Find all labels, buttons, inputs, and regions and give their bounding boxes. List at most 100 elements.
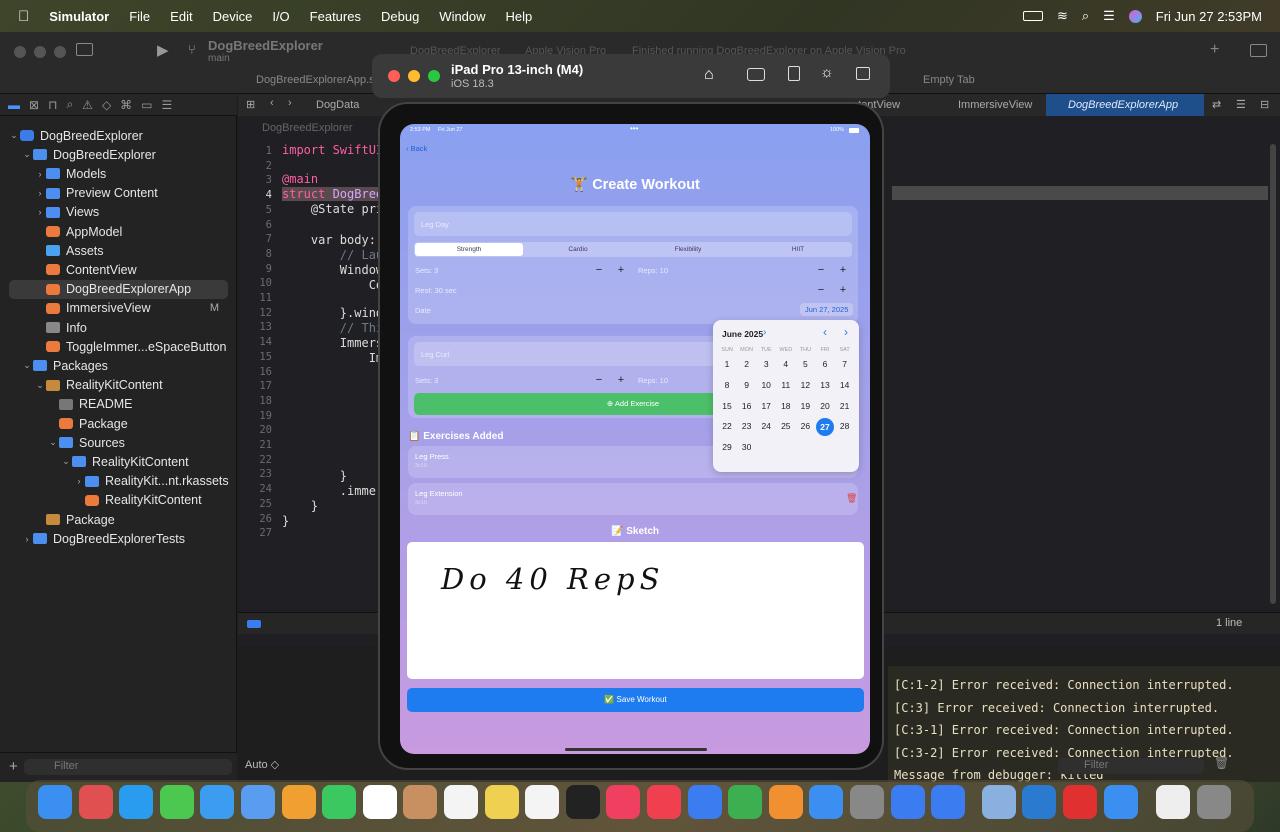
messages-icon[interactable] (159, 785, 194, 819)
calendar-day[interactable]: 24 (757, 418, 775, 434)
minus-icon[interactable]: − (818, 284, 824, 296)
rest-stepper[interactable]: − + (810, 283, 854, 297)
reps-stepper[interactable]: − + (810, 263, 854, 277)
siri-icon[interactable] (1128, 9, 1142, 23)
apple-icon[interactable]:  (18, 8, 29, 25)
workout-name-field[interactable]: Leg Day (414, 212, 852, 236)
keynote-icon[interactable] (687, 785, 722, 819)
maps-icon[interactable] (241, 785, 275, 819)
multitask-dots[interactable]: ••• (630, 124, 638, 133)
finder-icon[interactable] (38, 785, 72, 819)
simulator-icon[interactable] (1103, 785, 1138, 819)
calendar-day[interactable]: 12 (796, 377, 814, 393)
disclosure-icon[interactable]: › (21, 534, 33, 544)
menu-io[interactable]: I/O (272, 9, 289, 24)
disclosure-icon[interactable]: ⌄ (8, 130, 20, 141)
calendar-day[interactable]: 26 (796, 418, 814, 434)
freeform-icon[interactable] (525, 785, 560, 819)
control-center-icon[interactable]: ☰ (1103, 8, 1115, 24)
disclosure-icon[interactable]: ⌄ (34, 380, 46, 391)
menu-app-name[interactable]: Simulator (49, 9, 109, 24)
console-filter-field[interactable]: Filter (1058, 758, 1204, 774)
list-icon[interactable]: ☰ (1236, 98, 1246, 111)
menu-debug[interactable]: Debug (381, 9, 419, 24)
tree-item[interactable]: ⌄ DogBreedExplorer (0, 145, 237, 164)
launchpad-icon[interactable] (78, 785, 113, 819)
code-line-25[interactable]: } (282, 499, 318, 513)
close-button[interactable] (14, 46, 26, 58)
exercise-row[interactable]: Leg Extension 3x10 🗑 (408, 483, 858, 515)
calendar-day[interactable]: 6 (816, 356, 834, 372)
calendar-day[interactable]: 2 (738, 356, 756, 372)
system-settings-icon[interactable] (850, 785, 884, 819)
calendar-day[interactable]: 11 (777, 377, 795, 393)
test-icon[interactable]: ◇ (102, 98, 111, 112)
battery-icon[interactable] (1022, 11, 1043, 21)
tree-item[interactable]: › Preview Content (0, 184, 237, 203)
news-icon[interactable] (647, 785, 681, 819)
tree-item[interactable]: ⌄ Sources (0, 433, 237, 452)
month-chevron-icon[interactable]: › (763, 327, 766, 338)
calendar-day[interactable]: 9 (738, 377, 756, 393)
photos-icon[interactable] (281, 785, 316, 819)
calendar-day[interactable]: 25 (777, 418, 795, 434)
facetime-icon[interactable] (322, 785, 357, 819)
calendar-day[interactable]: 21 (836, 398, 854, 414)
debug-icon[interactable]: ⌘ (120, 98, 132, 112)
code-line-23[interactable]: } (282, 469, 347, 483)
menu-file[interactable]: File (129, 9, 150, 24)
disclosure-icon[interactable]: › (34, 188, 46, 198)
previous-month-icon[interactable]: ‹ (823, 325, 827, 339)
calendar-day[interactable]: 18 (777, 398, 795, 414)
menu-edit[interactable]: Edit (170, 9, 192, 24)
calendar-month[interactable]: June 2025 (722, 329, 763, 339)
plus-icon[interactable]: + (840, 264, 846, 276)
split-icon[interactable]: ⊟ (1260, 98, 1269, 111)
menu-features[interactable]: Features (310, 9, 361, 24)
back-arrow-icon[interactable]: ‹ (270, 97, 274, 109)
sim-minimize-button[interactable] (408, 70, 420, 82)
calendar-day[interactable]: 3 (757, 356, 775, 372)
anydesk-icon[interactable] (1063, 785, 1097, 819)
appearance-icon[interactable]: ☼ (820, 64, 834, 81)
preview-icon[interactable] (981, 785, 1016, 819)
calendar-day[interactable]: 4 (777, 356, 795, 372)
iphone-mirroring-icon[interactable] (890, 785, 925, 819)
calendar-day[interactable]: 5 (796, 356, 814, 372)
calendar-day[interactable]: 30 (738, 439, 756, 455)
minimize-button[interactable] (34, 46, 46, 58)
sketch-canvas[interactable]: Do 40 RepS (407, 542, 864, 679)
tree-item[interactable]: Package (0, 510, 237, 529)
calendar-day[interactable]: 8 (718, 377, 736, 393)
date-picker-button[interactable]: Jun 27, 2025 (800, 303, 854, 316)
tree-item[interactable]: › Models (0, 164, 237, 183)
code-line-3[interactable]: @main (282, 172, 318, 186)
calendar-day[interactable]: 1 (718, 356, 736, 372)
tree-item[interactable]: RealityKitContent (0, 491, 237, 510)
tree-item[interactable]: AppModel (0, 222, 237, 241)
breakpoint-icon[interactable]: ▭ (141, 98, 152, 112)
tree-item[interactable]: README (0, 395, 237, 414)
forward-arrow-icon[interactable]: › (288, 97, 292, 109)
tree-item[interactable]: DogBreedExplorerApp (9, 279, 228, 299)
tree-item[interactable]: ImmersiveView M (0, 299, 237, 318)
trash-icon[interactable] (1196, 785, 1231, 819)
menu-window[interactable]: Window (439, 9, 485, 24)
calendar-day[interactable]: 29 (718, 439, 736, 455)
search-icon[interactable]: ⌕ (1082, 8, 1089, 24)
disclosure-icon[interactable]: ⌄ (21, 360, 33, 371)
code-line-1[interactable]: import SwiftUI (282, 143, 383, 157)
tree-item[interactable]: ⌄ RealityKitContent (0, 376, 237, 395)
sim-close-button[interactable] (388, 70, 400, 82)
disclosure-icon[interactable]: ⌄ (21, 149, 33, 160)
plus-icon[interactable]: + (840, 284, 846, 296)
disclosure-icon[interactable]: › (73, 476, 85, 486)
home-icon[interactable]: ⌂ (704, 66, 714, 84)
save-workout-button[interactable]: ✅ Save Workout (407, 688, 864, 712)
delete-icon[interactable]: 🗑 (846, 493, 857, 504)
app-store-icon[interactable] (809, 785, 844, 819)
disclosure-icon[interactable]: ⌄ (47, 437, 59, 448)
issue-icon[interactable]: ⚠ (82, 98, 93, 112)
file-tab[interactable]: DogBreedExplorerApp.sw (256, 74, 383, 86)
jump-tab-active[interactable]: DogBreedExplorerApp (1046, 94, 1204, 116)
